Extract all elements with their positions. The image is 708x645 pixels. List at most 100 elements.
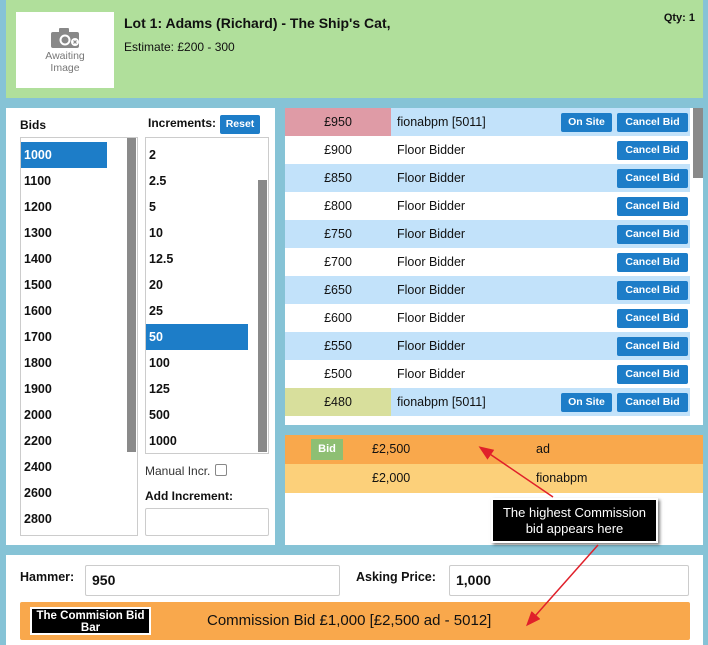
manual-increment-checkbox[interactable] — [215, 464, 227, 476]
bid-option[interactable]: 1700 — [21, 324, 137, 350]
bid-option[interactable]: 1800 — [21, 350, 137, 376]
reset-button[interactable]: Reset — [220, 115, 260, 134]
bid-amount: £850 — [324, 171, 352, 185]
bidder-name: Floor Bidder — [397, 311, 466, 325]
bid-option[interactable]: 1900 — [21, 376, 137, 402]
cancel-bid-button[interactable]: Cancel Bid — [617, 197, 688, 216]
increment-option[interactable]: 100 — [146, 350, 268, 376]
history-scrollbar[interactable] — [693, 108, 703, 178]
bid-history-row: £750 Floor Bidder Cancel Bid — [285, 220, 690, 248]
bids-list[interactable]: 1000 1100 1200 1300 1400 1500 1600 1700 1800 1900… — [20, 137, 138, 536]
on-site-button[interactable]: On Site — [561, 393, 612, 412]
add-increment-input[interactable] — [145, 508, 269, 536]
bidder-name: Floor Bidder — [397, 171, 466, 185]
cancel-bid-button[interactable]: Cancel Bid — [617, 253, 688, 272]
increment-option[interactable]: 12.5 — [146, 246, 268, 272]
bid-amount: £650 — [324, 283, 352, 297]
asking-price-label: Asking Price: — [356, 570, 436, 584]
bid-option[interactable]: 2200 — [21, 428, 137, 454]
cancel-bid-button[interactable]: Cancel Bid — [617, 337, 688, 356]
bid-history-row: £550 Floor Bidder Cancel Bid — [285, 332, 690, 360]
bidder-name: Floor Bidder — [397, 143, 466, 157]
hammer-input[interactable]: 950 — [85, 565, 340, 596]
bid-history-row: £800 Floor Bidder Cancel Bid — [285, 192, 690, 220]
bid-badge-button[interactable]: Bid — [311, 439, 343, 460]
add-increment-label: Add Increment: — [145, 489, 234, 503]
bidder-name: Floor Bidder — [397, 255, 466, 269]
bid-amount: £600 — [324, 311, 352, 325]
asking-price-input[interactable]: 1,000 — [449, 565, 689, 596]
bid-option[interactable]: 1600 — [21, 298, 137, 324]
bid-amount: £750 — [324, 227, 352, 241]
bid-history-row: £950 fionabpm [5011] On Site Cancel Bid — [285, 108, 690, 136]
bid-amount: £950 — [285, 108, 391, 136]
cancel-bid-button[interactable]: Cancel Bid — [617, 365, 688, 384]
bid-option[interactable]: 1500 — [21, 272, 137, 298]
commission-bidder: ad — [536, 442, 550, 456]
bid-amount: £480 — [285, 388, 391, 416]
lot-estimate: Estimate: £200 - 300 — [124, 40, 235, 54]
lot-header: Awaiting Image Lot 1: Adams (Richard) - … — [6, 0, 703, 98]
increment-option[interactable]: 10 — [146, 220, 268, 246]
increment-option[interactable]: 2.5 — [146, 168, 268, 194]
bid-option[interactable]: 1000 — [21, 142, 107, 168]
bid-history-row: £650 Floor Bidder Cancel Bid — [285, 276, 690, 304]
increment-option[interactable]: 500 — [146, 402, 268, 428]
bidder-name: fionabpm [5011] — [397, 395, 486, 409]
hammer-label: Hammer: — [20, 570, 75, 584]
bid-option[interactable]: 2600 — [21, 480, 137, 506]
increments-scrollbar[interactable] — [258, 180, 267, 452]
cancel-bid-button[interactable]: Cancel Bid — [617, 169, 688, 188]
bid-amount: £550 — [324, 339, 352, 353]
bid-history-row: £480 fionabpm [5011] On Site Cancel Bid — [285, 388, 690, 416]
commission-bidder: fionabpm — [536, 471, 588, 485]
increment-option[interactable]: 50 — [146, 324, 248, 350]
cancel-bid-button[interactable]: Cancel Bid — [617, 225, 688, 244]
camera-icon — [50, 27, 80, 48]
commission-bar-caption: The Commision Bid Bar — [30, 607, 151, 635]
cancel-bid-button[interactable]: Cancel Bid — [617, 281, 688, 300]
cancel-bid-button[interactable]: Cancel Bid — [617, 393, 688, 412]
increment-option[interactable]: 1000 — [146, 428, 268, 453]
increment-option[interactable]: 125 — [146, 376, 268, 402]
bid-history-row: £850 Floor Bidder Cancel Bid — [285, 164, 690, 192]
bid-option[interactable]: 1400 — [21, 246, 137, 272]
bid-amount: £700 — [324, 255, 352, 269]
commission-bid-bar: The Commision Bid Bar Commission Bid £1,… — [20, 602, 690, 640]
commission-bid-row: Bid £2,500 ad — [285, 435, 703, 464]
commission-amount: £2,000 — [372, 471, 411, 485]
bidder-name: Floor Bidder — [397, 227, 466, 241]
hammer-panel: Hammer: 950 Asking Price: 1,000 The Comm… — [6, 555, 703, 645]
cancel-bid-button[interactable]: Cancel Bid — [617, 309, 688, 328]
bidder-name: Floor Bidder — [397, 367, 466, 381]
bid-history-row: £500 Floor Bidder Cancel Bid — [285, 360, 690, 388]
increment-option[interactable]: 25 — [146, 298, 268, 324]
on-site-button[interactable]: On Site — [561, 113, 612, 132]
commission-amount: £2,500 — [372, 442, 411, 456]
increment-option[interactable]: 20 — [146, 272, 268, 298]
bid-amount: £800 — [324, 199, 352, 213]
commission-bid-row: £2,000 fionabpm — [285, 464, 703, 493]
bid-history-list: £950 fionabpm [5011] On Site Cancel Bid £900… — [285, 108, 703, 425]
bidder-name: Floor Bidder — [397, 339, 466, 353]
bid-history-row: £600 Floor Bidder Cancel Bid — [285, 304, 690, 332]
increment-option[interactable]: 5 — [146, 194, 268, 220]
cancel-bid-button[interactable]: Cancel Bid — [617, 113, 688, 132]
bid-option[interactable]: 2800 — [21, 506, 137, 532]
bid-option[interactable]: 1200 — [21, 194, 137, 220]
bids-scrollbar[interactable] — [127, 138, 136, 452]
bid-amount: £500 — [324, 367, 352, 381]
lot-title: Lot 1: Adams (Richard) - The Ship's Cat, — [124, 15, 391, 31]
increments-list[interactable]: 2 2.5 5 10 12.5 20 25 50 100 125 500 1000 — [145, 137, 269, 454]
bid-option[interactable]: 1300 — [21, 220, 137, 246]
bidder-name: fionabpm [5011] — [397, 115, 486, 129]
bid-option[interactable]: 2400 — [21, 454, 137, 480]
bid-option[interactable]: 1100 — [21, 168, 137, 194]
bid-option[interactable]: 2000 — [21, 402, 137, 428]
cancel-bid-button[interactable]: Cancel Bid — [617, 141, 688, 160]
increment-option[interactable]: 2 — [146, 142, 268, 168]
commission-callout: The highest Commission bid appears here — [491, 498, 658, 543]
manual-increment-label: Manual Incr. — [145, 464, 211, 478]
commission-bar-text: Commission Bid £1,000 [£2,500 ad - 5012] — [207, 612, 492, 629]
image-caption: Awaiting Image — [45, 49, 85, 74]
